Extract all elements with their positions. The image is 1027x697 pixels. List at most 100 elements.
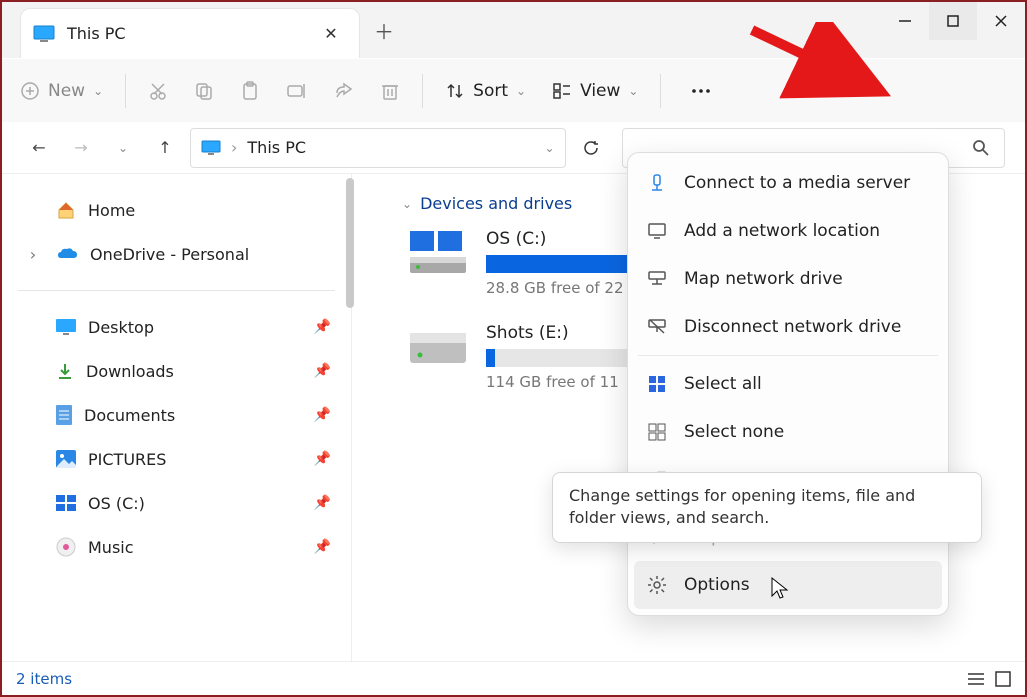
menu-item-disconnect-drive[interactable]: Disconnect network drive (628, 303, 948, 351)
address-text: This PC (247, 138, 306, 157)
minimize-button[interactable] (881, 2, 929, 40)
cut-button[interactable] (138, 71, 178, 111)
menu-item-label: Select all (684, 374, 762, 394)
address-bar[interactable]: › This PC ⌄ (190, 128, 566, 168)
chevron-down-icon: ⌄ (93, 84, 103, 98)
sidebar-item-documents[interactable]: Documents 📌 (12, 393, 341, 437)
sidebar-item-onedrive[interactable]: › OneDrive - Personal (12, 232, 341, 276)
sort-button[interactable]: Sort ⌄ (435, 71, 536, 111)
media-server-icon (646, 173, 668, 193)
share-button[interactable] (324, 71, 364, 111)
rename-button[interactable] (276, 71, 318, 111)
sidebar-item-label: Downloads (86, 362, 174, 381)
divider (18, 290, 335, 291)
details-view-button[interactable] (967, 671, 985, 687)
close-window-button[interactable] (977, 2, 1025, 40)
menu-item-options[interactable]: Options (634, 561, 942, 609)
copy-icon (194, 81, 214, 101)
sidebar-item-desktop[interactable]: Desktop 📌 (12, 305, 341, 349)
pin-icon: 📌 (314, 363, 331, 379)
chevron-down-icon: ⌄ (402, 197, 412, 211)
monitor-icon (646, 222, 668, 240)
menu-item-add-network[interactable]: Add a network location (628, 207, 948, 255)
menu-separator (638, 355, 938, 356)
sort-label: Sort (473, 81, 508, 101)
back-button[interactable]: ← (22, 131, 56, 165)
drive-net-icon (646, 270, 668, 288)
hdd-icon (408, 323, 468, 369)
music-icon (56, 537, 76, 557)
ellipsis-icon (689, 81, 713, 101)
trash-icon (381, 81, 399, 101)
up-button[interactable]: ↑ (148, 131, 182, 165)
chevron-down-icon: ⌄ (628, 84, 638, 98)
clipboard-icon (240, 81, 260, 101)
menu-item-label: Connect to a media server (684, 173, 910, 193)
chevron-down-icon[interactable]: ⌄ (544, 141, 554, 155)
scissors-icon (148, 81, 168, 101)
drive-free-text: 114 GB free of 11 (486, 373, 636, 391)
download-icon (56, 362, 74, 380)
toolbar: New ⌄ Sort ⌄ View ⌄ (2, 58, 1025, 122)
menu-item-media-server[interactable]: Connect to a media server (628, 159, 948, 207)
sort-icon (445, 81, 465, 101)
tab-this-pc[interactable]: This PC ✕ (20, 8, 360, 58)
forward-button[interactable]: → (64, 131, 98, 165)
close-tab-icon[interactable]: ✕ (319, 22, 343, 46)
copy-button[interactable] (184, 71, 224, 111)
select-all-icon (646, 375, 668, 393)
drive-name: Shots (E:) (486, 323, 636, 343)
monitor-icon (201, 140, 221, 156)
sidebar-item-label: PICTURES (88, 450, 166, 469)
sidebar-item-label: OS (C:) (88, 494, 145, 513)
delete-button[interactable] (370, 71, 410, 111)
search-icon (972, 139, 990, 157)
drive-disconnect-icon (646, 318, 668, 336)
cloud-icon (56, 246, 78, 262)
capacity-bar (486, 255, 636, 273)
sidebar-item-label: Music (88, 538, 134, 557)
pin-icon: 📌 (314, 451, 331, 467)
gear-icon (646, 575, 668, 595)
scrollbar[interactable] (346, 178, 354, 308)
capacity-bar (486, 349, 636, 367)
view-icon (552, 81, 572, 101)
sidebar-item-os-c[interactable]: OS (C:) 📌 (12, 481, 341, 525)
divider (125, 74, 126, 108)
menu-item-label: Add a network location (684, 221, 880, 241)
refresh-button[interactable] (574, 131, 608, 165)
sidebar-item-home[interactable]: Home (12, 188, 341, 232)
new-tab-button[interactable]: ＋ (360, 6, 408, 54)
drive-free-text: 28.8 GB free of 22 (486, 279, 636, 297)
home-icon (56, 200, 76, 220)
menu-item-label: Map network drive (684, 269, 843, 289)
pin-icon: 📌 (314, 319, 331, 335)
paste-button[interactable] (230, 71, 270, 111)
document-icon (56, 405, 72, 425)
pin-icon: 📌 (314, 407, 331, 423)
sidebar-item-pictures[interactable]: PICTURES 📌 (12, 437, 341, 481)
view-button[interactable]: View ⌄ (542, 71, 648, 111)
chevron-down-icon: ⌄ (516, 84, 526, 98)
plus-circle-icon (20, 81, 40, 101)
sidebar-item-label: Documents (84, 406, 175, 425)
divider (422, 74, 423, 108)
sidebar-item-music[interactable]: Music 📌 (12, 525, 341, 569)
divider (660, 74, 661, 108)
large-icons-view-button[interactable] (995, 671, 1011, 687)
share-icon (334, 81, 354, 101)
recent-locations-button[interactable]: ⌄ (106, 131, 140, 165)
menu-item-map-drive[interactable]: Map network drive (628, 255, 948, 303)
drive-name: OS (C:) (486, 229, 636, 249)
more-button[interactable] (673, 71, 729, 111)
menu-item-label: Disconnect network drive (684, 317, 901, 337)
os-drive-icon (408, 229, 468, 275)
menu-item-select-none[interactable]: Select none (628, 408, 948, 456)
view-label: View (580, 81, 620, 101)
maximize-button[interactable] (929, 2, 977, 40)
pin-icon: 📌 (314, 495, 331, 511)
sidebar-item-downloads[interactable]: Downloads 📌 (12, 349, 341, 393)
menu-item-select-all[interactable]: Select all (628, 360, 948, 408)
tooltip-text: Change settings for opening items, file … (569, 486, 915, 527)
new-button[interactable]: New ⌄ (10, 71, 113, 111)
